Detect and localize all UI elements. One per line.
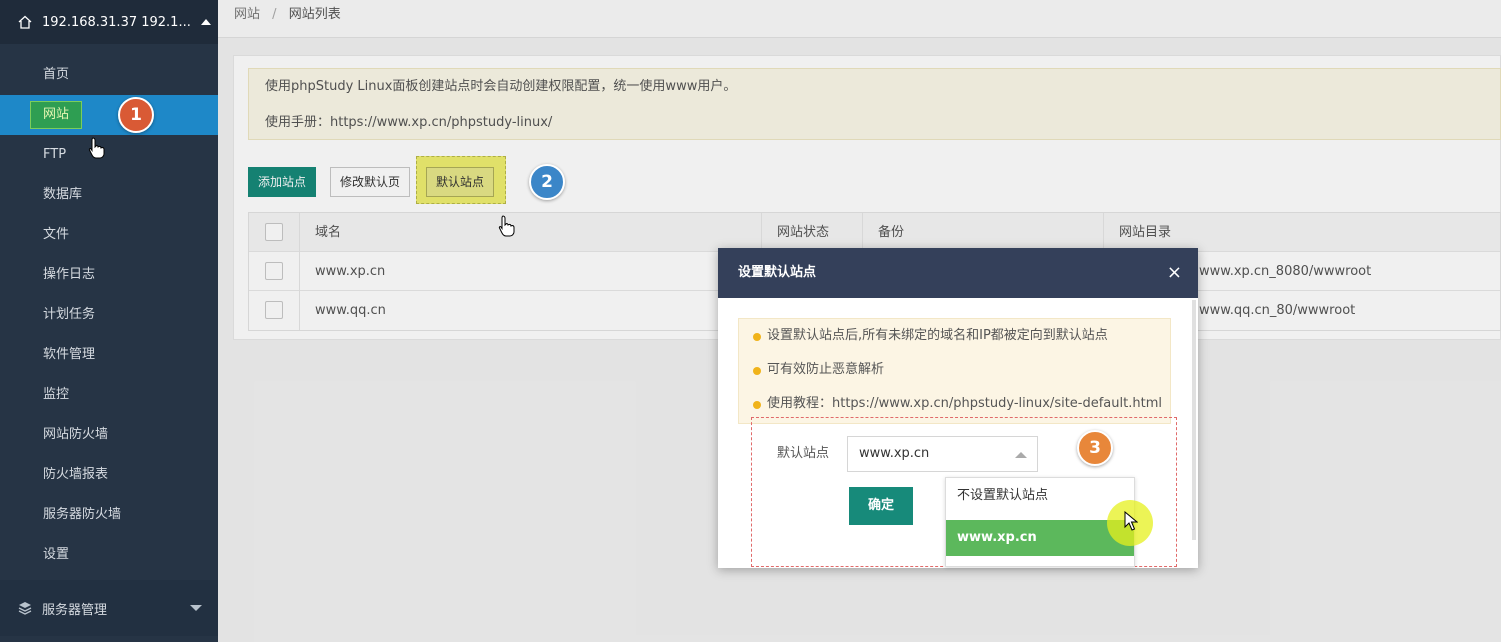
sidebar: 192.168.31.37 192.1... 首页 网站 FTP 数据库 文件 … xyxy=(0,0,218,642)
sidebar-item-website[interactable]: 网站 xyxy=(0,95,218,135)
step-badge-2: 2 xyxy=(529,164,565,200)
step-badge-3: 3 xyxy=(1077,430,1113,466)
home-icon xyxy=(18,15,32,29)
sidebar-menu: 首页 网站 FTP 数据库 文件 操作日志 计划任务 软件管理 监控 网站防火墙… xyxy=(0,55,218,575)
tip-box: 设置默认站点后,所有未绑定的域名和IP都被定向到默认站点 可有效防止恶意解析 使… xyxy=(738,318,1171,424)
sidebar-item-ftp[interactable]: FTP xyxy=(0,135,218,175)
sidebar-item-label: 文件 xyxy=(43,227,70,242)
bullet-icon xyxy=(753,367,761,375)
bullet-icon xyxy=(753,333,761,341)
sidebar-item-label: 网站防火墙 xyxy=(43,427,109,442)
step-badge-1: 1 xyxy=(118,97,154,133)
sidebar-item-label: 设置 xyxy=(43,547,70,562)
sidebar-item-label: 网站 xyxy=(30,101,83,129)
sidebar-item-server-firewall[interactable]: 服务器防火墙 xyxy=(0,495,218,535)
sidebar-item-software[interactable]: 软件管理 xyxy=(0,335,218,375)
dialog-scrollbar[interactable] xyxy=(1192,300,1196,540)
close-icon[interactable]: × xyxy=(1167,248,1182,298)
chevron-down-icon xyxy=(190,605,202,611)
sidebar-item-label: 服务器防火墙 xyxy=(43,507,122,522)
server-selector[interactable]: 192.168.31.37 192.1... xyxy=(0,0,218,44)
sidebar-item-home[interactable]: 首页 xyxy=(0,55,218,95)
sidebar-item-label: 软件管理 xyxy=(43,347,96,362)
sidebar-item-monitor[interactable]: 监控 xyxy=(0,375,218,415)
sidebar-item-label: 防火墙报表 xyxy=(43,467,109,482)
sidebar-item-firewall-report[interactable]: 防火墙报表 xyxy=(0,455,218,495)
dialog-title: 设置默认站点 xyxy=(738,265,817,280)
sidebar-item-label: FTP xyxy=(43,147,67,162)
sidebar-item-label: 监控 xyxy=(43,387,70,402)
sidebar-server-manage[interactable]: 服务器管理 xyxy=(0,580,218,636)
bullet-icon xyxy=(753,401,761,409)
tip-text: 使用教程：https://www.xp.cn/phpstudy-linux/si… xyxy=(767,396,1162,411)
dialog-header: 设置默认站点 × xyxy=(718,248,1198,298)
caret-up-icon xyxy=(200,19,211,25)
sidebar-item-label: 首页 xyxy=(43,67,70,82)
sidebar-item-label: 计划任务 xyxy=(43,307,96,322)
sidebar-item-waf[interactable]: 网站防火墙 xyxy=(0,415,218,455)
tip-text: 可有效防止恶意解析 xyxy=(767,362,885,377)
sidebar-item-logs[interactable]: 操作日志 xyxy=(0,255,218,295)
sidebar-item-files[interactable]: 文件 xyxy=(0,215,218,255)
tip-item: 可有效防止恶意解析 xyxy=(753,353,1170,387)
sidebar-item-label: 操作日志 xyxy=(43,267,96,282)
server-name: 192.168.31.37 192.1... xyxy=(42,14,191,30)
tip-item: 设置默认站点后,所有未绑定的域名和IP都被定向到默认站点 xyxy=(753,319,1170,353)
hand-cursor-icon xyxy=(498,215,515,237)
tip-text: 设置默认站点后,所有未绑定的域名和IP都被定向到默认站点 xyxy=(767,328,1108,343)
sidebar-item-label: 数据库 xyxy=(43,187,83,202)
sidebar-item-settings[interactable]: 设置 xyxy=(0,535,218,575)
tip-item: 使用教程：https://www.xp.cn/phpstudy-linux/si… xyxy=(753,387,1170,421)
option-www-xp-cn[interactable]: www.xp.cn xyxy=(946,520,1134,556)
hand-cursor-icon xyxy=(88,137,105,159)
arrow-cursor-icon xyxy=(1124,511,1138,531)
layers-icon xyxy=(18,602,32,615)
sidebar-item-cron[interactable]: 计划任务 xyxy=(0,295,218,335)
sidebar-item-database[interactable]: 数据库 xyxy=(0,175,218,215)
option-no-default[interactable]: 不设置默认站点 xyxy=(946,478,1134,514)
sidebar-bottom-label: 服务器管理 xyxy=(42,602,108,618)
